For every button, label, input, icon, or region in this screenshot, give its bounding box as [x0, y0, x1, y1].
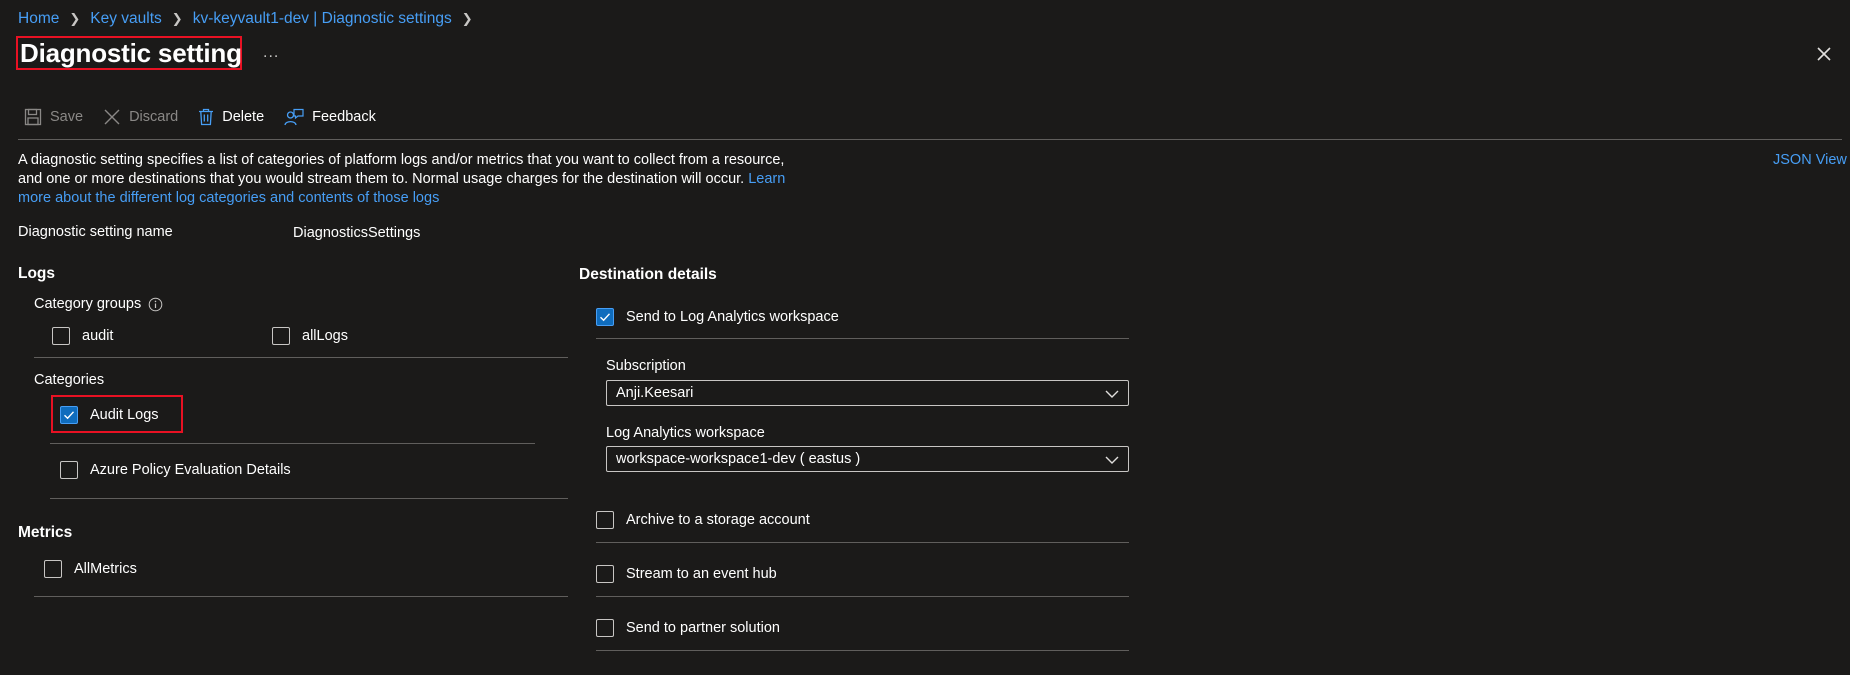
- azure-policy-checkbox[interactable]: Azure Policy Evaluation Details: [60, 461, 291, 479]
- audit-group-checkbox[interactable]: audit: [52, 327, 113, 345]
- workspace-value: workspace-workspace1-dev ( eastus ): [616, 451, 861, 467]
- metrics-heading: Metrics: [18, 524, 73, 541]
- page-title: Diagnostic setting: [20, 38, 242, 68]
- divider: [34, 357, 568, 358]
- event-hub-label: Stream to an event hub: [626, 566, 777, 582]
- audit-logs-checkbox[interactable]: Audit Logs: [60, 406, 159, 424]
- checkmark-icon: [600, 313, 611, 322]
- checkbox-checked[interactable]: [60, 406, 78, 424]
- allmetrics-checkbox[interactable]: AllMetrics: [44, 560, 137, 578]
- workspace-dropdown[interactable]: workspace-workspace1-dev ( eastus ): [606, 446, 1129, 472]
- subscription-value: Anji.Keesari: [616, 385, 694, 401]
- alllogs-group-checkbox[interactable]: allLogs: [272, 327, 348, 345]
- event-hub-checkbox[interactable]: Stream to an event hub: [596, 565, 777, 583]
- discard-icon: [104, 109, 120, 125]
- breadcrumb: Home ❯ Key vaults ❯ kv-keyvault1-dev | D…: [18, 10, 483, 28]
- discard-label: Discard: [129, 109, 179, 125]
- toolbar: Save Discard Delete Feedback: [24, 108, 396, 126]
- partner-solution-checkbox[interactable]: Send to partner solution: [596, 619, 780, 637]
- discard-button[interactable]: Discard: [103, 108, 178, 126]
- chevron-down-icon: [1105, 456, 1119, 464]
- feedback-label: Feedback: [312, 109, 376, 125]
- divider: [596, 338, 1129, 339]
- checkbox[interactable]: [272, 327, 290, 345]
- logs-heading: Logs: [18, 265, 56, 282]
- delete-label: Delete: [222, 109, 265, 125]
- destination-heading: Destination details: [579, 266, 717, 283]
- chevron-right-icon: ❯: [461, 11, 473, 26]
- breadcrumb-key-vaults[interactable]: Key vaults: [90, 10, 162, 28]
- divider: [50, 498, 568, 499]
- checkbox[interactable]: [60, 461, 78, 479]
- checkmark-icon: [64, 411, 75, 420]
- archive-storage-checkbox[interactable]: Archive to a storage account: [596, 511, 810, 529]
- save-label: Save: [50, 109, 84, 125]
- delete-button[interactable]: Delete: [198, 108, 264, 126]
- save-button[interactable]: Save: [24, 108, 83, 126]
- audit-group-label: audit: [82, 328, 114, 344]
- alllogs-group-label: allLogs: [302, 328, 348, 344]
- save-icon: [24, 108, 42, 126]
- feedback-icon: [284, 108, 304, 126]
- workspace-label: Log Analytics workspace: [606, 425, 765, 441]
- checkbox[interactable]: [596, 619, 614, 637]
- divider: [50, 443, 535, 444]
- log-analytics-label: Send to Log Analytics workspace: [626, 309, 839, 325]
- checkbox[interactable]: [596, 565, 614, 583]
- breadcrumb-diagnostic-settings[interactable]: kv-keyvault1-dev | Diagnostic settings: [193, 10, 452, 28]
- subscription-dropdown[interactable]: Anji.Keesari: [606, 380, 1129, 406]
- divider: [596, 650, 1129, 651]
- setting-name-value: DiagnosticsSettings: [293, 225, 421, 241]
- category-groups-row: Category groups: [34, 296, 163, 312]
- breadcrumb-home[interactable]: Home: [18, 10, 59, 28]
- description: A diagnostic setting specifies a list of…: [18, 151, 808, 208]
- feedback-button[interactable]: Feedback: [284, 108, 376, 126]
- checkbox[interactable]: [44, 560, 62, 578]
- info-icon[interactable]: [148, 297, 163, 312]
- archive-storage-label: Archive to a storage account: [626, 512, 810, 528]
- toolbar-divider: [18, 139, 1842, 140]
- json-view-link[interactable]: JSON View: [1773, 152, 1847, 168]
- allmetrics-label: AllMetrics: [74, 561, 137, 577]
- categories-label: Categories: [34, 372, 105, 388]
- description-text: A diagnostic setting specifies a list of…: [18, 152, 785, 187]
- partner-solution-label: Send to partner solution: [626, 620, 780, 636]
- checkbox[interactable]: [52, 327, 70, 345]
- checkbox[interactable]: [596, 511, 614, 529]
- chevron-right-icon: ❯: [69, 11, 81, 26]
- chevron-right-icon: ❯: [171, 11, 183, 26]
- log-analytics-checkbox[interactable]: Send to Log Analytics workspace: [596, 308, 839, 326]
- category-groups-label: Category groups: [34, 296, 142, 312]
- chevron-down-icon: [1105, 390, 1119, 398]
- delete-icon: [199, 108, 214, 126]
- audit-logs-label: Audit Logs: [90, 407, 159, 423]
- divider: [596, 542, 1129, 543]
- divider: [34, 596, 568, 597]
- more-options-button[interactable]: ...: [263, 44, 279, 62]
- azure-policy-label: Azure Policy Evaluation Details: [90, 462, 291, 478]
- setting-name-label: Diagnostic setting name: [18, 224, 173, 240]
- divider: [596, 596, 1129, 597]
- checkbox-checked[interactable]: [596, 308, 614, 326]
- subscription-label: Subscription: [606, 358, 686, 374]
- close-icon[interactable]: [1814, 44, 1834, 64]
